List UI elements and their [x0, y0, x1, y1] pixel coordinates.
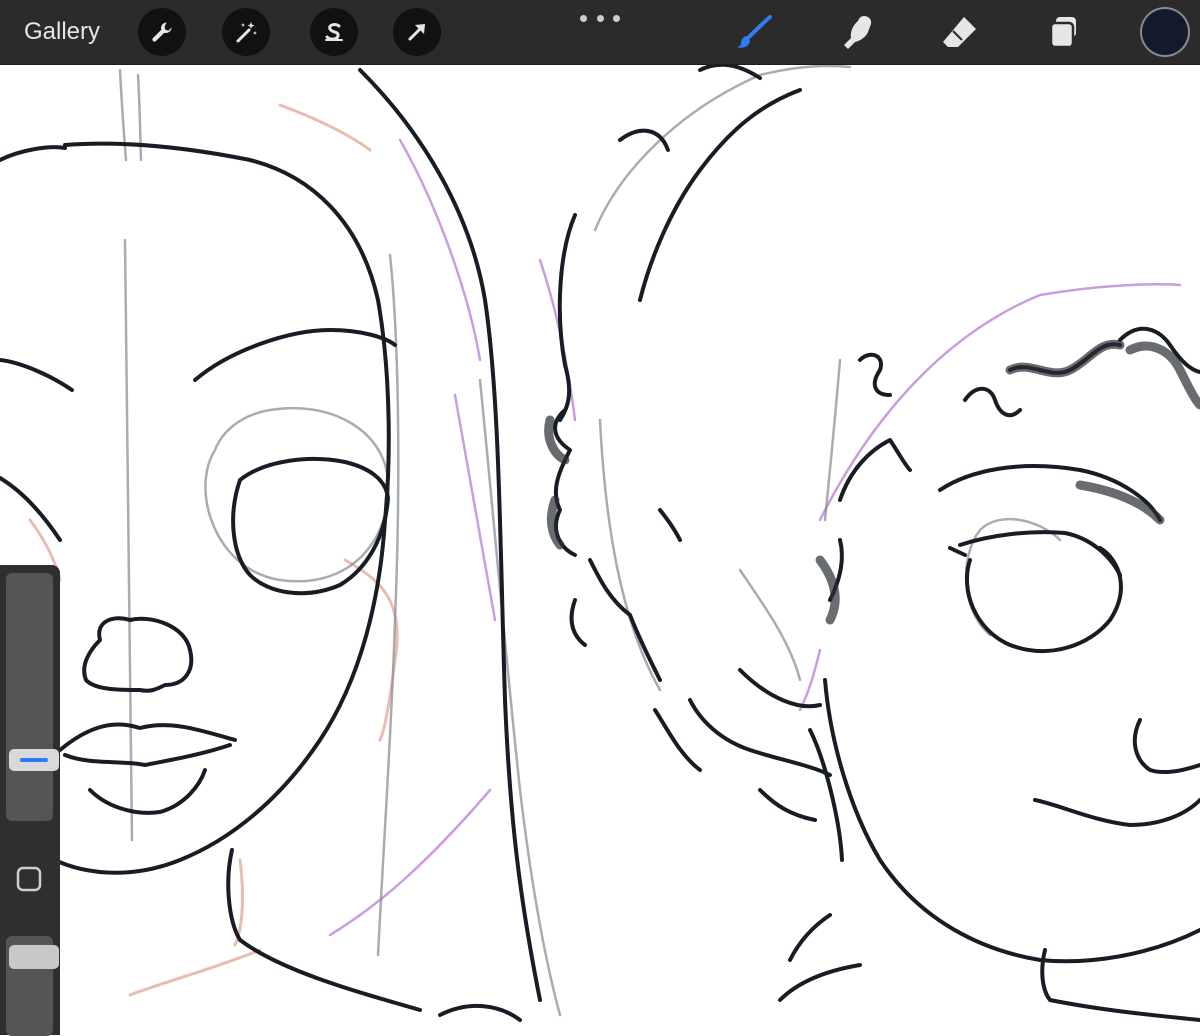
modify-button[interactable]: [14, 864, 44, 894]
color-picker-button[interactable]: [1142, 9, 1188, 55]
brush-size-thumb[interactable]: [9, 749, 59, 771]
pink-guide-lines: [28, 103, 399, 997]
gallery-button[interactable]: Gallery: [24, 16, 100, 48]
ellipsis-icon[interactable]: [580, 12, 620, 24]
eraser-icon: [943, 17, 976, 47]
smudge-finger-icon: [844, 16, 872, 49]
actions-button[interactable]: [138, 8, 186, 56]
brush-size-slider[interactable]: [6, 573, 59, 821]
ellipsis-dot: [580, 14, 587, 22]
magic-wand-icon: [236, 22, 257, 43]
wrench-icon: [152, 22, 172, 42]
layers-icon: [1049, 17, 1076, 49]
adjustments-button[interactable]: [222, 8, 270, 56]
square-outline-icon: [16, 866, 42, 892]
layers-button[interactable]: [1038, 8, 1086, 56]
top-toolbar: Gallery: [0, 0, 1200, 65]
sketch-guide-lines: [118, 65, 1062, 1017]
ellipsis-dot: [613, 14, 620, 22]
drawing-canvas[interactable]: [0, 65, 1200, 1025]
purple-guide-lines: [328, 138, 1182, 937]
selection-s-icon: [325, 23, 343, 41]
transform-button[interactable]: [393, 8, 441, 56]
ink-line-art: [0, 65, 1200, 1022]
paintbrush-icon: [737, 15, 772, 48]
opacity-thumb[interactable]: [9, 945, 59, 969]
brush-sidebar: [0, 565, 60, 1036]
brush-size-indicator: [20, 758, 48, 762]
selection-button[interactable]: [310, 8, 358, 56]
eraser-button[interactable]: [936, 8, 984, 56]
smudge-button[interactable]: [834, 8, 882, 56]
ellipsis-dot: [596, 14, 604, 22]
opacity-slider[interactable]: [6, 936, 59, 1036]
arrow-cursor-icon: [408, 24, 425, 41]
brush-button[interactable]: [730, 8, 778, 56]
